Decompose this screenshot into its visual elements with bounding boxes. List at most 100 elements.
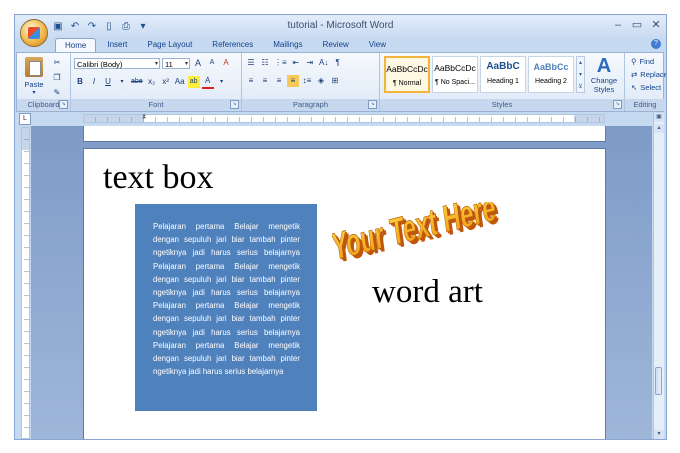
superscript-button[interactable]: x² [160, 76, 172, 88]
tab-review[interactable]: Review [314, 38, 358, 51]
undo-icon[interactable]: ↶ [68, 20, 82, 34]
shading-icon[interactable]: ◈ [315, 75, 327, 87]
bullets-icon[interactable]: ☰ [245, 57, 257, 69]
page-previous [83, 126, 606, 142]
styles-gallery-scroll[interactable]: ▴ ▾ ⊻ [576, 56, 585, 93]
office-logo-icon [28, 27, 40, 39]
style-heading-1[interactable]: AaBbC Heading 1 [480, 56, 526, 93]
cut-icon[interactable]: ✂ [51, 57, 63, 69]
tab-home[interactable]: Home [55, 38, 97, 52]
find-button[interactable]: ⚲ Find [631, 57, 654, 66]
restore-icon[interactable]: ▭ [631, 18, 643, 32]
paste-button[interactable]: Paste ▾ [21, 57, 47, 97]
align-right-icon[interactable]: ≡ [273, 75, 285, 87]
vertical-ruler[interactable] [21, 127, 30, 439]
quick-access-toolbar: ▣ ↶ ↷ ▯ ⎙ ▾ [51, 19, 150, 34]
find-label: Find [639, 57, 655, 66]
sort-button[interactable]: A↓ [318, 57, 330, 69]
style-no-spacing-sample: AaBbCcDc [434, 63, 476, 73]
word-window: tutorial - Microsoft Word ▣ ↶ ↷ ▯ ⎙ ▾ – … [14, 14, 667, 440]
style-heading-2-sample: AaBbCc [533, 62, 569, 72]
scrollbar-thumb[interactable] [655, 367, 662, 395]
subscript-button[interactable]: x₂ [146, 76, 158, 88]
tab-page-layout[interactable]: Page Layout [138, 38, 201, 51]
heading-text[interactable]: text box [103, 159, 213, 197]
text-box-body[interactable]: Pelajaran pertama Belajar mengetik denga… [153, 220, 300, 378]
style-heading-2-name: Heading 2 [535, 78, 567, 85]
style-normal[interactable]: AaBbCcDc ¶ Normal [384, 56, 430, 93]
font-launcher-icon[interactable]: ↘ [230, 100, 239, 109]
font-size-combo[interactable]: 11 ▾ [162, 57, 190, 69]
style-heading-1-sample: AaBbC [486, 61, 520, 72]
vertical-scrollbar[interactable]: ▣ ▴ ▾ [653, 113, 664, 439]
strikethrough-button[interactable]: abe [130, 76, 144, 88]
redo-icon[interactable]: ↷ [85, 20, 99, 34]
indent-marker-icon[interactable]: ⧗ [142, 114, 146, 121]
title-bar: tutorial - Microsoft Word ▣ ↶ ↷ ▯ ⎙ ▾ – … [15, 15, 666, 38]
change-case-button[interactable]: Aa [174, 76, 186, 88]
binoculars-icon: ⚲ [631, 57, 637, 66]
replace-label: Replace [640, 70, 667, 79]
align-center-icon[interactable]: ≡ [259, 75, 271, 87]
format-painter-icon[interactable]: ✎ [51, 87, 63, 99]
scroll-down-icon[interactable]: ▾ [654, 430, 664, 439]
office-button[interactable] [20, 19, 48, 47]
decrease-indent-icon[interactable]: ⇤ [290, 57, 302, 69]
paragraph-launcher-icon[interactable]: ↘ [368, 100, 377, 109]
tab-insert[interactable]: Insert [98, 38, 136, 51]
close-icon[interactable]: ✕ [650, 18, 662, 32]
align-left-icon[interactable]: ≡ [245, 75, 257, 87]
wordart[interactable]: Your Text Here Your Text Here Your Text … [332, 202, 512, 272]
italic-button[interactable]: I [88, 76, 100, 88]
paragraph-group: ☰ ☷ ⋮≡ ⇤ ⇥ A↓ ¶ ≡ ≡ ≡ ≡ ↕≡ ◈ ⊞ Paragraph… [242, 53, 380, 111]
editing-group: ⚲ Find ⇄ Replace ↖ Select Editing [625, 53, 667, 111]
wordart-caption[interactable]: word art [372, 274, 483, 311]
highlight-button[interactable]: ab [187, 76, 200, 88]
page-current[interactable]: text box Pelajaran pertama Belajar menge… [83, 148, 606, 439]
justify-icon[interactable]: ≡ [287, 75, 299, 87]
bold-button[interactable]: B [74, 76, 86, 88]
grow-font-icon[interactable]: A [192, 57, 204, 69]
horizontal-ruler[interactable]: ⧗ [83, 114, 605, 123]
multilevel-list-icon[interactable]: ⋮≡ [273, 57, 288, 69]
change-styles-label-line1: Change [590, 76, 618, 85]
shrink-font-icon[interactable]: A [206, 57, 218, 69]
tab-mailings[interactable]: Mailings [264, 38, 311, 51]
font-group-label: Font [71, 99, 241, 111]
view-ruler-icon[interactable]: ▣ [654, 113, 664, 122]
style-no-spacing[interactable]: AaBbCcDc ¶ No Spaci... [432, 56, 478, 93]
font-color-button[interactable]: A [201, 75, 214, 89]
increase-indent-icon[interactable]: ⇥ [304, 57, 316, 69]
tab-selector-button[interactable]: L [19, 113, 31, 125]
replace-button[interactable]: ⇄ Replace [631, 70, 667, 79]
styles-launcher-icon[interactable]: ↘ [613, 100, 622, 109]
select-button[interactable]: ↖ Select [631, 83, 661, 92]
select-icon: ↖ [631, 83, 638, 92]
line-spacing-icon[interactable]: ↕≡ [301, 75, 313, 87]
underline-dropdown-icon[interactable]: ▾ [116, 76, 128, 88]
new-icon[interactable]: ▯ [102, 20, 116, 34]
numbering-icon[interactable]: ☷ [259, 57, 271, 69]
tab-view[interactable]: View [360, 38, 395, 51]
customize-icon[interactable]: ▾ [136, 20, 150, 34]
style-normal-sample: AaBbCcDc [386, 64, 428, 74]
font-color-dropdown-icon[interactable]: ▾ [216, 76, 228, 88]
clipboard-launcher-icon[interactable]: ↘ [59, 100, 68, 109]
borders-icon[interactable]: ⊞ [329, 75, 341, 87]
save-icon[interactable]: ▣ [51, 20, 65, 34]
font-family-combo[interactable]: Calibri (Body) ▾ [74, 57, 160, 69]
underline-button[interactable]: U [102, 76, 114, 88]
copy-icon[interactable]: ❐ [51, 72, 63, 84]
text-box[interactable]: Pelajaran pertama Belajar mengetik denga… [135, 204, 317, 411]
paste-dropdown-icon[interactable]: ▾ [21, 89, 47, 96]
scroll-up-icon[interactable]: ▴ [654, 124, 664, 133]
show-marks-button[interactable]: ¶ [332, 57, 344, 69]
change-styles-button[interactable]: A Change Styles [588, 56, 620, 94]
minimize-icon[interactable]: – [612, 18, 624, 32]
clear-formatting-icon[interactable]: A [220, 57, 232, 69]
style-heading-2[interactable]: AaBbCc Heading 2 [528, 56, 574, 93]
clipboard-group: Paste ▾ ✂ ❐ ✎ Clipboard ↘ [17, 53, 71, 111]
help-icon[interactable]: ? [651, 39, 661, 49]
print-preview-icon[interactable]: ⎙ [119, 20, 133, 34]
tab-references[interactable]: References [203, 38, 262, 51]
